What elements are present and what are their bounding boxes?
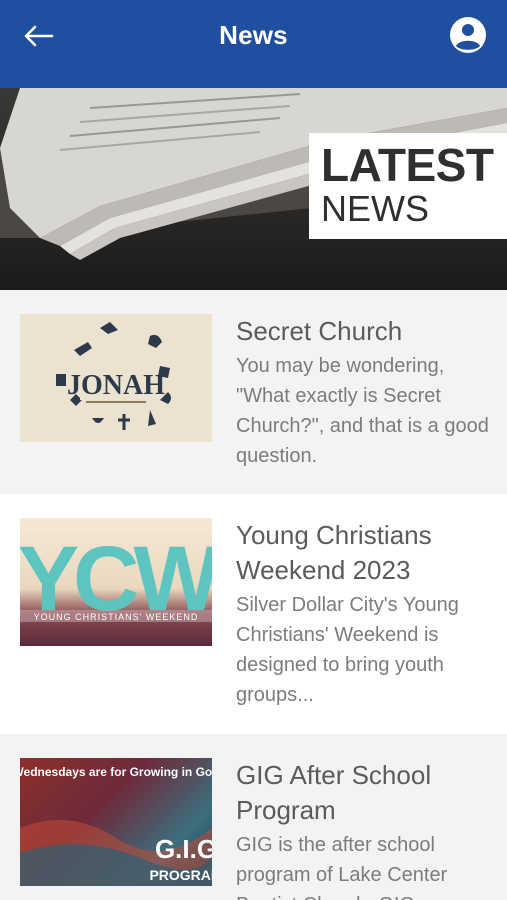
hero-label: LATEST NEWS: [309, 133, 507, 239]
news-title: GIG After School Program: [236, 760, 432, 825]
news-title: Secret Church: [236, 316, 403, 346]
gig-badge-2: PROGRAM: [149, 867, 212, 883]
news-text: Young Christians Weekend 2023 Silver Dol…: [236, 518, 498, 734]
gig-badge: G.I.G: [155, 834, 212, 864]
arrow-left-icon: [24, 25, 54, 47]
gig-tagline: Wednesdays are for Growing in God: [20, 765, 212, 779]
hero-banner: LATEST NEWS: [0, 88, 507, 290]
app-bar: News: [0, 0, 507, 88]
ycw-graphic: YCW YOUNG CHRISTIANS' WEEKEND: [20, 528, 212, 630]
news-item-gig-after-school[interactable]: Wednesdays are for Growing in God G.I.G …: [0, 734, 507, 900]
page-title: News: [219, 19, 288, 50]
news-list: JONAH Secret Church You may be wondering…: [0, 290, 507, 900]
news-text: GIG After School Program GIG is the afte…: [236, 758, 498, 900]
ycw-subtext: YOUNG CHRISTIANS' WEEKEND: [34, 612, 199, 622]
account-circle-icon: [450, 17, 486, 53]
news-description: Silver Dollar City's Young Christians' W…: [236, 594, 459, 706]
news-item-young-christians-weekend[interactable]: YCW YOUNG CHRISTIANS' WEEKEND Young Chri…: [0, 494, 507, 734]
news-title: Young Christians Weekend 2023: [236, 520, 432, 585]
news-description: You may be wondering, "What exactly is S…: [236, 355, 489, 467]
profile-button[interactable]: [449, 16, 487, 54]
hero-line-2: NEWS: [321, 188, 429, 229]
back-button[interactable]: [22, 20, 66, 52]
gig-graphic: Wednesdays are for Growing in God G.I.G …: [20, 765, 212, 886]
news-thumbnail: YCW YOUNG CHRISTIANS' WEEKEND: [20, 518, 212, 646]
news-item-secret-church[interactable]: JONAH Secret Church You may be wondering…: [0, 290, 507, 494]
hero-line-1: LATEST: [321, 139, 494, 191]
news-thumbnail: JONAH: [20, 314, 212, 442]
news-description: GIG is the after school program of Lake …: [236, 834, 448, 900]
news-thumbnail: Wednesdays are for Growing in God G.I.G …: [20, 758, 212, 886]
jonah-graphic: JONAH: [56, 322, 171, 430]
news-text: Secret Church You may be wondering, "Wha…: [236, 314, 498, 494]
jonah-text: JONAH: [67, 370, 165, 401]
